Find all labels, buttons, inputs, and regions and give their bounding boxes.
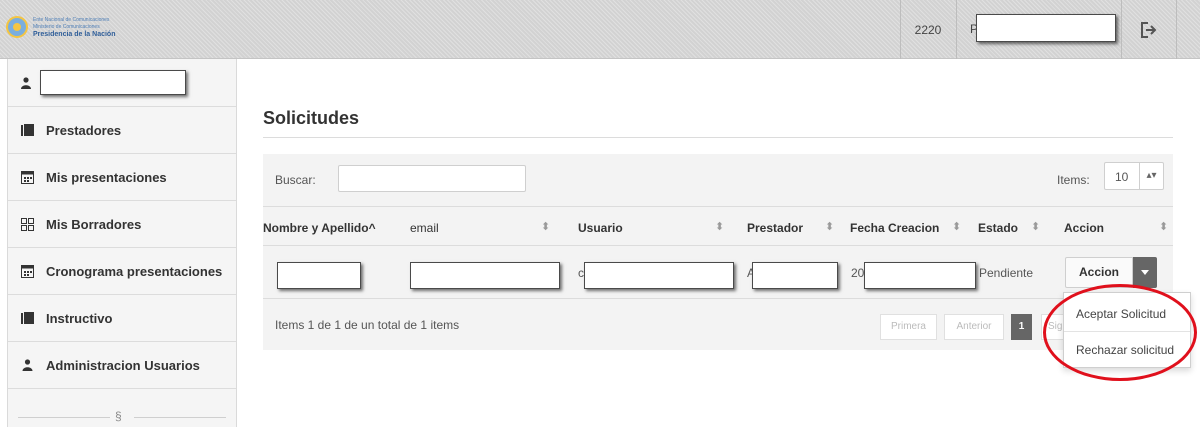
redacted-nombre	[277, 262, 361, 289]
column-header-accion[interactable]: Accion	[1064, 221, 1104, 235]
sidebar-item-prestadores[interactable]: Prestadores	[8, 107, 236, 154]
redacted-email	[410, 262, 560, 289]
items-label: Items:	[1057, 173, 1090, 187]
logo-line-2: Ministerio de Comunicaciones	[33, 23, 100, 30]
logo[interactable]: Ente Nacional de Comunicaciones Minister…	[6, 16, 115, 38]
calendar-icon	[20, 170, 34, 184]
sort-icon[interactable]: ⬍	[715, 220, 724, 233]
grid-icon	[20, 217, 34, 231]
footer-mark: §	[115, 409, 122, 423]
search-input[interactable]	[338, 165, 526, 192]
items-per-page-select[interactable]: 10	[1104, 162, 1140, 190]
sort-icon[interactable]: ⬍	[1159, 220, 1168, 233]
sort-icon[interactable]: ⬍	[952, 220, 961, 233]
status-cell: Pendiente	[979, 266, 1034, 280]
sidebar-item-label: Instructivo	[46, 310, 113, 326]
column-header-email[interactable]: email	[410, 221, 439, 235]
pagination-first[interactable]: Primera	[880, 314, 937, 340]
footer-divider	[18, 417, 110, 418]
search-label: Buscar:	[275, 173, 316, 187]
pagination-previous[interactable]: Anterior	[944, 314, 1004, 340]
redacted-prestador	[752, 262, 838, 289]
sort-icon[interactable]: ⬍	[825, 220, 834, 233]
fecha-cell-prefix: 20	[851, 266, 865, 280]
sidebar: Prestadores Mis presentaciones Mis Borra…	[7, 59, 237, 427]
column-header-estado[interactable]: Estado	[978, 221, 1018, 235]
logout-button[interactable]	[1122, 0, 1176, 59]
page-title: Solicitudes	[263, 108, 360, 128]
accion-dropdown-toggle[interactable]	[1133, 257, 1157, 288]
user-icon	[20, 358, 34, 372]
column-header-prestador[interactable]: Prestador	[747, 221, 803, 235]
sidebar-item-label: Cronograma presentaciones	[46, 263, 223, 279]
sidebar-item-label: Administracion Usuarios	[46, 357, 200, 373]
redacted-user-name	[40, 70, 186, 95]
logout-icon	[1141, 21, 1157, 38]
sidebar-footer: §	[8, 387, 236, 427]
sidebar-item-mis-presentaciones[interactable]: Mis presentaciones	[8, 154, 236, 201]
header-code: 2220	[914, 23, 942, 37]
book-icon	[20, 311, 34, 325]
column-header-fecha[interactable]: Fecha Creacion	[850, 221, 939, 235]
header-user[interactable]: P	[958, 0, 1120, 59]
seal-icon	[6, 16, 28, 38]
row-divider	[263, 298, 1173, 299]
header-divider	[1176, 0, 1177, 59]
sidebar-item-label: Prestadores	[46, 122, 122, 138]
sort-icon[interactable]: ⬍	[1031, 220, 1040, 233]
sidebar-item-instructivo[interactable]: Instructivo	[8, 295, 236, 342]
sidebar-item-mis-borradores[interactable]: Mis Borradores	[8, 201, 236, 248]
title-divider	[263, 137, 1173, 138]
book-icon	[20, 123, 34, 137]
items-spinner[interactable]: ▴▾	[1140, 162, 1164, 190]
table-summary: Items 1 de 1 de un total de 1 items	[275, 318, 460, 332]
sidebar-item-label: Mis presentaciones	[46, 169, 167, 185]
sidebar-user[interactable]	[8, 59, 236, 107]
sidebar-item-cronograma[interactable]: Cronograma presentaciones	[8, 248, 236, 295]
highlight-ellipse	[1043, 284, 1197, 381]
redacted-fecha	[864, 262, 976, 289]
column-header-usuario[interactable]: Usuario	[578, 221, 623, 235]
top-header: Ente Nacional de Comunicaciones Minister…	[0, 0, 1200, 59]
table-header: Nombre y Apellido^ email ⬍ Usuario ⬍ Pre…	[263, 206, 1173, 246]
logo-line-3: Presidencia de la Nación	[33, 30, 116, 38]
header-divider	[956, 0, 957, 59]
calendar-icon	[20, 264, 34, 278]
redacted-username	[976, 14, 1116, 42]
logo-line-1: Ente Nacional de Comunicaciones	[33, 16, 110, 23]
redacted-usuario	[584, 262, 734, 289]
pagination-page-1[interactable]: 1	[1011, 314, 1032, 340]
sidebar-item-administracion-usuarios[interactable]: Administracion Usuarios	[8, 342, 236, 389]
footer-divider	[134, 417, 226, 418]
column-header-nombre[interactable]: Nombre y Apellido^	[263, 221, 376, 235]
up-down-icon: ▴▾	[1146, 170, 1157, 181]
sidebar-item-label: Mis Borradores	[46, 216, 142, 232]
sort-icon[interactable]: ⬍	[541, 220, 550, 233]
user-icon	[21, 77, 31, 89]
